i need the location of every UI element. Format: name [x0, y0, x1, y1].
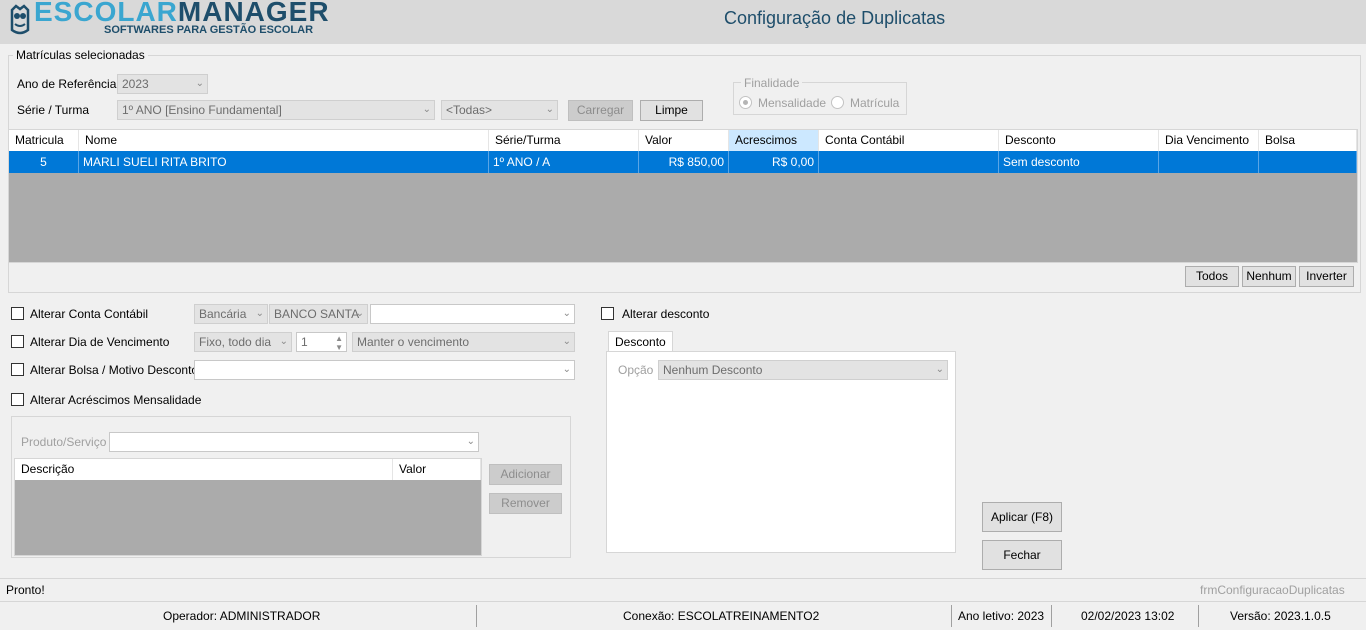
chevron-down-icon: ⌄	[195, 78, 204, 89]
operador-text: Operador: ADMINISTRADOR	[163, 609, 321, 623]
chevron-down-icon: ⌄	[935, 364, 944, 375]
chevron-down-icon: ⌄	[355, 308, 364, 319]
turma-select[interactable]: <Todas> ⌄	[441, 100, 558, 120]
col-header-nome[interactable]: Nome	[79, 130, 489, 151]
col-header-valor[interactable]: Valor	[639, 130, 729, 151]
divider	[1051, 605, 1052, 627]
mensalidade-label: Mensalidade	[758, 96, 827, 110]
mensalidade-radio[interactable]	[739, 96, 752, 109]
bolsa-select[interactable]: ⌄	[194, 360, 575, 380]
opcao-label: Opção	[618, 363, 654, 377]
alterar-acrescimos-label: Alterar Acréscimos Mensalidade	[30, 393, 202, 407]
conexao-text: Conexão: ESCOLATREINAMENTO2	[623, 609, 820, 623]
matriculas-group-title: Matrículas selecionadas	[13, 48, 148, 62]
chevron-down-icon: ⌄	[279, 336, 288, 347]
ano-letivo-text: Ano letivo: 2023	[958, 609, 1045, 623]
alterar-bolsa-checkbox[interactable]	[11, 363, 24, 376]
col-header-descricao[interactable]: Descrição	[15, 459, 393, 480]
dia-tipo-select[interactable]: Fixo, todo dia ⌄	[194, 332, 292, 352]
status-bar: Operador: ADMINISTRADOR Conexão: ESCOLAT…	[0, 601, 1366, 630]
divider	[476, 605, 477, 627]
alterar-bolsa-label: Alterar Bolsa / Motivo Desconto	[30, 363, 199, 377]
divider	[0, 578, 1366, 579]
col-header-bolsa[interactable]: Bolsa	[1259, 130, 1357, 151]
versao-text: Versão: 2023.1.0.5	[1230, 609, 1331, 623]
cell-matricula: 5	[9, 151, 79, 173]
divider	[1198, 605, 1199, 627]
cell-desconto: Sem desconto	[999, 151, 1159, 173]
cell-acrescimos: R$ 0,00	[729, 151, 819, 173]
logo-tagline: SOFTWARES PARA GESTÃO ESCOLAR	[104, 24, 314, 36]
header-bar: ESCOLARMANAGER SOFTWARES PARA GESTÃO ESC…	[0, 0, 1366, 44]
alterar-acrescimos-checkbox[interactable]	[11, 393, 24, 406]
owl-logo-icon	[10, 4, 30, 35]
fechar-button[interactable]: Fechar	[982, 540, 1062, 570]
status-text: Pronto!	[6, 583, 45, 597]
produto-select[interactable]: ⌄	[109, 432, 479, 452]
alterar-desconto-label: Alterar desconto	[622, 307, 710, 321]
cell-bolsa	[1259, 151, 1357, 173]
col-header-valor[interactable]: Valor	[393, 459, 481, 480]
chevron-down-icon: ⌄	[545, 104, 554, 115]
col-header-desconto[interactable]: Desconto	[999, 130, 1159, 151]
chevron-down-icon: ⌄	[466, 436, 475, 447]
carregar-button[interactable]: Carregar	[568, 100, 633, 121]
cell-conta	[819, 151, 999, 173]
dia-numero-stepper[interactable]: 1 ▲ ▼	[296, 332, 347, 352]
limpe-button[interactable]: Limpe	[640, 100, 703, 121]
matriculas-grid[interactable]: Matricula Nome Série/Turma Valor Acresci…	[8, 129, 1358, 263]
serie-select[interactable]: 1º ANO [Ensino Fundamental] ⌄	[117, 100, 435, 120]
form-name: frmConfiguracaoDuplicatas	[1200, 583, 1345, 597]
col-header-matricula[interactable]: Matricula	[9, 130, 79, 151]
alterar-conta-label: Alterar Conta Contábil	[30, 307, 149, 321]
inverter-button[interactable]: Inverter	[1299, 266, 1354, 287]
chevron-down-icon: ⌄	[562, 308, 571, 319]
chevron-down-icon: ⌄	[255, 308, 264, 319]
serie-turma-label: Série / Turma	[17, 103, 90, 117]
acrescimos-grid[interactable]: Descrição Valor	[14, 458, 482, 556]
alterar-dia-label: Alterar Dia de Vencimento	[30, 335, 170, 349]
chevron-down-icon: ⌄	[562, 364, 571, 375]
conta-banco-select[interactable]: BANCO SANTA ⌄	[269, 304, 368, 324]
alterar-conta-checkbox[interactable]	[11, 307, 24, 320]
remover-button[interactable]: Remover	[489, 493, 562, 514]
ano-referencia-select[interactable]: 2023 ⌄	[117, 74, 208, 94]
page-title: Configuração de Duplicatas	[724, 8, 946, 28]
aplicar-button[interactable]: Aplicar (F8)	[982, 502, 1062, 532]
conta-tipo-select[interactable]: Bancária ⌄	[194, 304, 268, 324]
datetime-text: 02/02/2023 13:02	[1081, 609, 1175, 623]
alterar-desconto-checkbox[interactable]	[601, 307, 614, 320]
nenhum-button[interactable]: Nenhum	[1242, 266, 1296, 287]
col-header-acrescimos[interactable]: Acrescimos	[729, 130, 819, 151]
finalidade-title: Finalidade	[741, 76, 803, 90]
cell-nome: MARLI SUELI RITA BRITO	[79, 151, 489, 173]
opcao-select[interactable]: Nenhum Desconto ⌄	[658, 360, 948, 380]
cell-valor: R$ 850,00	[639, 151, 729, 173]
alterar-dia-checkbox[interactable]	[11, 335, 24, 348]
adicionar-button[interactable]: Adicionar	[489, 464, 562, 485]
manter-vencimento-select[interactable]: Manter o vencimento ⌄	[352, 332, 575, 352]
ano-referencia-label: Ano de Referência	[17, 77, 117, 91]
todos-button[interactable]: Todos	[1185, 266, 1239, 287]
matricula-label: Matrícula	[850, 96, 900, 110]
app-logo: ESCOLARMANAGER SOFTWARES PARA GESTÃO ESC…	[6, 0, 329, 42]
col-header-dia-vencimento[interactable]: Dia Vencimento	[1159, 130, 1259, 151]
stepper-arrows-icon[interactable]: ▲ ▼	[335, 334, 343, 351]
cell-dia	[1159, 151, 1259, 173]
matricula-radio[interactable]	[831, 96, 844, 109]
chevron-down-icon: ⌄	[422, 104, 431, 115]
tab-desconto[interactable]: Desconto	[608, 331, 673, 352]
divider	[951, 605, 952, 627]
col-header-conta[interactable]: Conta Contábil	[819, 130, 999, 151]
table-row[interactable]: 5 MARLI SUELI RITA BRITO 1º ANO / A R$ 8…	[9, 151, 1357, 173]
col-header-serie[interactable]: Série/Turma	[489, 130, 639, 151]
produto-label: Produto/Serviço	[21, 435, 107, 449]
cell-serie: 1º ANO / A	[489, 151, 639, 173]
desconto-tab-panel	[606, 351, 956, 553]
chevron-down-icon: ⌄	[562, 336, 571, 347]
conta-select[interactable]: ⌄	[370, 304, 575, 324]
